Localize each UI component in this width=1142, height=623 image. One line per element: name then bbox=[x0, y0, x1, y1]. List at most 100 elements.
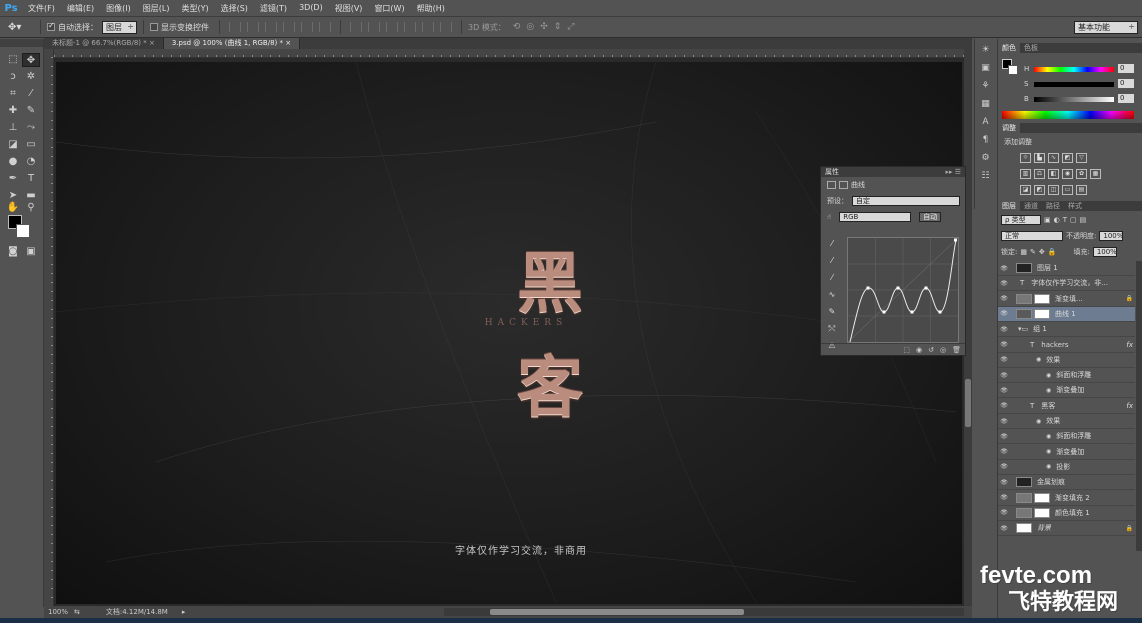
fill-input[interactable]: 100% bbox=[1092, 247, 1117, 257]
saturation-value[interactable]: 0 bbox=[1118, 79, 1134, 88]
vibrance-icon[interactable]: ▽ bbox=[1076, 153, 1087, 163]
layer-row[interactable]: 👁 曲线 1 bbox=[998, 306, 1135, 322]
screen-mode-icon[interactable]: ▣ bbox=[22, 245, 40, 259]
menu-item[interactable]: 视图(V) bbox=[329, 3, 369, 14]
gradient-map-icon[interactable]: ▤ bbox=[1076, 185, 1087, 195]
tab-layers[interactable]: 图层 bbox=[998, 201, 1020, 211]
clone-stamp-tool-icon[interactable]: ⊥ bbox=[4, 121, 22, 135]
filter-adjustment-icon[interactable]: ◐ bbox=[1054, 216, 1060, 224]
curve-graph[interactable] bbox=[847, 237, 959, 343]
tab-channels[interactable]: 通道 bbox=[1020, 201, 1042, 211]
align-top-icon[interactable] bbox=[229, 22, 241, 32]
visibility-eye-icon[interactable]: 👁 bbox=[998, 295, 1010, 302]
brush-tool-icon[interactable]: ✎ bbox=[22, 104, 40, 118]
layer-row[interactable]: 👁 ◉ 效果 bbox=[998, 414, 1135, 429]
visibility-eye-icon[interactable]: 👁 bbox=[998, 372, 1010, 379]
visibility-eye-icon[interactable]: 👁 bbox=[998, 387, 1010, 394]
layer-mask-thumbnail[interactable] bbox=[1034, 492, 1050, 503]
document-tab[interactable]: 未标题-1 @ 66.7%(RGB/8) * × bbox=[44, 38, 164, 49]
posterize-icon[interactable]: ◩ bbox=[1034, 185, 1045, 195]
layer-row[interactable]: 👁 ◉ 效果 bbox=[998, 353, 1135, 368]
vertical-scroll-thumb[interactable] bbox=[965, 379, 971, 427]
effect-visibility-icon[interactable]: ◉ bbox=[1046, 448, 1051, 455]
layer-effects-icon[interactable]: fx bbox=[1126, 402, 1133, 410]
3d-roll-icon[interactable]: ◎ bbox=[526, 22, 534, 32]
visibility-eye-icon[interactable]: 👁 bbox=[998, 265, 1010, 272]
3d-slide-icon[interactable]: ⇕ bbox=[554, 22, 562, 32]
effect-visibility-icon[interactable]: ◉ bbox=[1046, 387, 1051, 394]
align-vcenter-icon[interactable] bbox=[247, 22, 259, 32]
lock-position-icon[interactable]: ✥ bbox=[1039, 248, 1045, 256]
hue-slider[interactable] bbox=[1034, 67, 1114, 72]
eraser-tool-icon[interactable]: ◪ bbox=[4, 138, 22, 152]
filter-shape-icon[interactable]: ▢ bbox=[1070, 216, 1077, 224]
channel-dropdown[interactable]: RGB bbox=[839, 212, 912, 222]
preset-dropdown[interactable]: 自定 bbox=[852, 196, 960, 206]
pencil-draw-icon[interactable]: ✎ bbox=[825, 305, 839, 319]
menu-item[interactable]: 选择(S) bbox=[215, 3, 254, 14]
close-tab-icon[interactable]: × bbox=[147, 39, 155, 47]
visibility-eye-icon[interactable]: 👁 bbox=[998, 326, 1010, 333]
distribute-left-icon[interactable] bbox=[404, 22, 416, 32]
hand-tool-icon[interactable]: ✋ bbox=[4, 201, 22, 215]
effect-visibility-icon[interactable]: ◉ bbox=[1036, 418, 1041, 425]
delete-icon[interactable]: 🗑 bbox=[952, 346, 961, 354]
brush-presets-icon[interactable]: ⚘ bbox=[978, 79, 994, 93]
quick-mask-icon[interactable]: ◙ bbox=[4, 245, 22, 259]
background-color-swatch[interactable] bbox=[16, 224, 30, 238]
effect-visibility-icon[interactable]: ◉ bbox=[1046, 433, 1051, 440]
visibility-eye-icon[interactable]: 👁 bbox=[998, 525, 1010, 532]
auto-select-dropdown[interactable]: 图层 bbox=[102, 20, 137, 34]
horizontal-scroll-thumb[interactable] bbox=[490, 609, 744, 615]
layer-row[interactable]: 👁 背景 🔒 bbox=[998, 521, 1135, 537]
layer-row[interactable]: 👁 ◉ 渐变叠加 bbox=[998, 445, 1135, 460]
black-white-icon[interactable]: ◧ bbox=[1048, 169, 1059, 179]
color-bg-swatch[interactable] bbox=[1008, 65, 1018, 75]
visibility-eye-icon[interactable]: 👁 bbox=[998, 494, 1010, 501]
layer-mask-thumbnail[interactable] bbox=[1034, 293, 1050, 304]
menu-item[interactable]: 图层(L) bbox=[137, 3, 176, 14]
distribute-top-icon[interactable] bbox=[350, 22, 362, 32]
lasso-tool-icon[interactable]: ↄ bbox=[4, 70, 22, 84]
zoom-tool-icon[interactable]: ⚲ bbox=[22, 201, 40, 215]
align-bottom-icon[interactable] bbox=[265, 22, 277, 32]
layers-scrollbar[interactable] bbox=[1136, 261, 1142, 551]
auto-select-checkbox[interactable] bbox=[47, 21, 55, 31]
layer-row[interactable]: 👁 渐变填充 2 bbox=[998, 491, 1135, 506]
visibility-eye-icon[interactable]: 👁 bbox=[998, 448, 1010, 455]
menu-item[interactable]: 帮助(H) bbox=[411, 3, 451, 14]
reset-icon[interactable]: ↺ bbox=[928, 346, 934, 354]
tab-color[interactable]: 颜色 bbox=[998, 43, 1020, 53]
move-tool-preset-icon[interactable]: ✥▾ bbox=[8, 19, 34, 35]
status-menu-arrow-icon[interactable]: ▸ bbox=[182, 608, 186, 616]
properties-panel-icon[interactable]: ☷ bbox=[978, 169, 994, 183]
target-adjust-icon[interactable]: ☝ bbox=[827, 213, 831, 221]
brightness-contrast-icon[interactable]: ☼ bbox=[1020, 153, 1031, 163]
align-right-icon[interactable] bbox=[319, 22, 331, 32]
folder-icon[interactable]: ▾▭ bbox=[1018, 325, 1028, 333]
black-point-eyedropper-icon[interactable]: ⁄ bbox=[825, 237, 839, 251]
layer-row[interactable]: 👁 金属划痕 bbox=[998, 475, 1135, 491]
zoom-level[interactable]: 100% bbox=[44, 608, 68, 616]
document-tab[interactable]: 3.psd @ 100% (曲线 1, RGB/8) * × bbox=[163, 38, 301, 49]
brightness-value[interactable]: 0 bbox=[1118, 94, 1134, 103]
layer-mask-thumbnail[interactable] bbox=[1034, 308, 1050, 319]
color-lookup-icon[interactable]: ▦ bbox=[1090, 169, 1101, 179]
menu-item[interactable]: 编辑(E) bbox=[61, 3, 100, 14]
layer-effects-icon[interactable]: fx bbox=[1126, 341, 1133, 349]
filter-type-icon[interactable]: T bbox=[1063, 216, 1067, 224]
align-hcenter-icon[interactable] bbox=[301, 22, 313, 32]
menu-item[interactable]: 窗口(W) bbox=[368, 3, 410, 14]
healing-brush-tool-icon[interactable]: ✚ bbox=[4, 104, 22, 118]
layer-row[interactable]: 👁 T 字体仅作学习交流，非... bbox=[998, 276, 1135, 292]
tool-presets-icon[interactable]: ⚙ bbox=[978, 151, 994, 165]
pen-tool-icon[interactable]: ✒ bbox=[4, 172, 22, 186]
tab-styles[interactable]: 样式 bbox=[1064, 201, 1086, 211]
lock-all-icon[interactable]: 🔒 bbox=[1048, 248, 1057, 256]
color-spectrum[interactable] bbox=[1002, 111, 1134, 119]
visibility-eye-icon[interactable]: 👁 bbox=[998, 479, 1010, 486]
layer-kind-filter[interactable]: ρ 类型 bbox=[1001, 215, 1041, 225]
layer-mask-thumbnail[interactable] bbox=[1034, 507, 1050, 518]
hue-saturation-icon[interactable]: ▥ bbox=[1020, 169, 1031, 179]
opacity-input[interactable]: 100% bbox=[1099, 231, 1123, 241]
